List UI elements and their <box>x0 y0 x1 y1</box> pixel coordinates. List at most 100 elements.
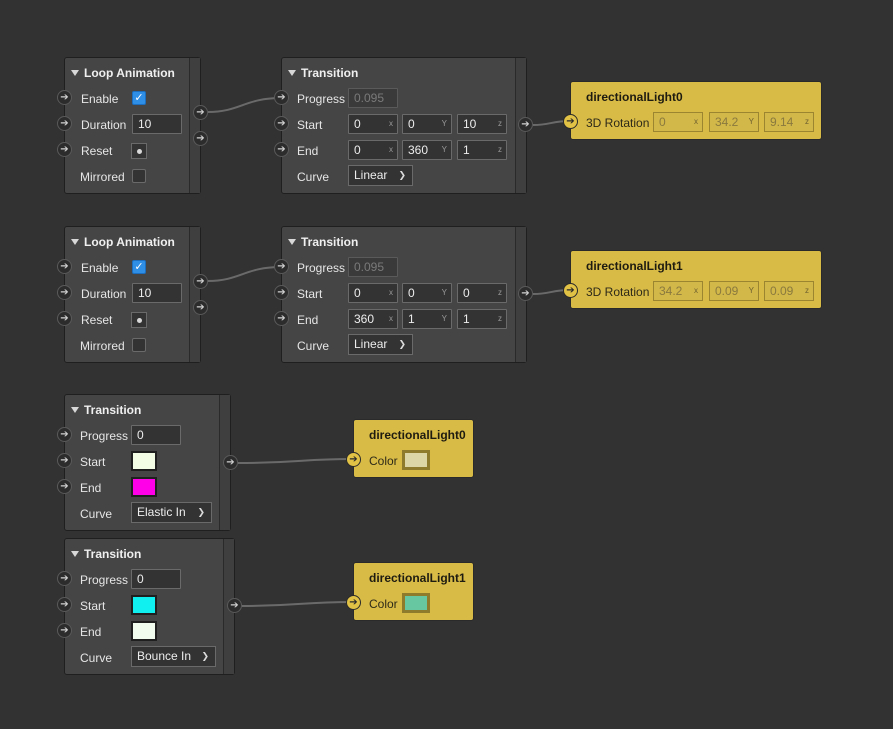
mirrored-checkbox[interactable] <box>132 338 146 352</box>
collapse-triangle-icon[interactable] <box>288 70 296 76</box>
directional-light-node-1-rotation[interactable]: directionalLight1 3D Rotation 34.2 x 0.09… <box>570 250 822 309</box>
reset-input-port[interactable]: ➔ <box>57 142 72 157</box>
end-x-input[interactable]: 360 x <box>348 309 398 329</box>
mirrored-label: Mirrored <box>80 339 125 353</box>
curve-label: Curve <box>80 651 113 665</box>
end-label: End <box>297 313 319 327</box>
reset-button[interactable] <box>131 312 147 328</box>
loop-output-port[interactable]: ➔ <box>193 105 208 120</box>
enable-checkbox[interactable]: ✓ <box>132 91 146 105</box>
reset-dot-icon <box>136 317 142 323</box>
end-input-port[interactable]: ➔ <box>274 311 289 326</box>
progress-input-port[interactable]: ➔ <box>57 571 72 586</box>
start-z-input[interactable]: 0z <box>457 283 507 303</box>
chevron-down-icon: ❯ <box>398 170 406 180</box>
color-input-port[interactable]: ➔ <box>346 595 361 610</box>
transition-node-0[interactable]: Transition Progress 0.095 Start 0x 0Y 10… <box>281 57 527 194</box>
curve-select[interactable]: Bounce In ❯ <box>131 646 216 667</box>
progress-input-port[interactable]: ➔ <box>274 90 289 105</box>
start-label: Start <box>297 287 323 301</box>
curve-label: Curve <box>297 339 330 353</box>
enable-input-port[interactable]: ➔ <box>57 90 72 105</box>
collapse-triangle-icon[interactable] <box>288 239 296 245</box>
color-transition-node-1[interactable]: Transition Progress 0 Start End Curve Bo… <box>64 538 235 675</box>
curve-label: Curve <box>80 507 113 521</box>
end-z-input[interactable]: 1z <box>457 309 507 329</box>
end-color-swatch[interactable] <box>131 477 157 497</box>
progress-input[interactable]: 0 <box>131 569 181 589</box>
end-input-port[interactable]: ➔ <box>57 479 72 494</box>
chevron-down-icon: ❯ <box>398 339 406 349</box>
color-input-port[interactable]: ➔ <box>346 452 361 467</box>
mirrored-checkbox[interactable] <box>132 169 146 183</box>
end-x-input[interactable]: 0x <box>348 140 398 160</box>
node-title: directionalLight1 <box>369 571 466 585</box>
duration-label: Duration <box>81 287 127 301</box>
start-color-swatch[interactable] <box>131 451 157 471</box>
start-input-port[interactable]: ➔ <box>57 453 72 468</box>
collapse-triangle-icon[interactable] <box>71 70 79 76</box>
start-color-swatch[interactable] <box>131 595 157 615</box>
duration-label: Duration <box>81 118 127 132</box>
transition-output-port[interactable]: ➔ <box>227 598 242 613</box>
start-label: Start <box>80 599 106 613</box>
rotation-input-port[interactable]: ➔ <box>563 283 578 298</box>
enable-checkbox[interactable]: ✓ <box>132 260 146 274</box>
start-x-input[interactable]: 0x <box>348 114 398 134</box>
enable-label: Enable <box>81 261 119 275</box>
loop-output-port-2[interactable]: ➔ <box>193 300 208 315</box>
end-input-port[interactable]: ➔ <box>274 142 289 157</box>
curve-select[interactable]: Linear ❯ <box>348 334 413 355</box>
end-z-input[interactable]: 1z <box>457 140 507 160</box>
wire-loop1-to-trans1 <box>207 266 282 282</box>
progress-input-port[interactable]: ➔ <box>274 259 289 274</box>
loop-output-port-2[interactable]: ➔ <box>193 131 208 146</box>
directional-light-node-1-color[interactable]: directionalLight1 Color <box>353 562 474 621</box>
collapse-triangle-icon[interactable] <box>71 551 79 557</box>
rotation-input-port[interactable]: ➔ <box>563 114 578 129</box>
transition-output-port[interactable]: ➔ <box>223 455 238 470</box>
transition-node-1[interactable]: Transition Progress 0.095 Start 0x 0Y 0z… <box>281 226 527 363</box>
color-label: Color <box>369 597 398 611</box>
progress-input[interactable]: 0 <box>131 425 181 445</box>
end-y-input[interactable]: 360 Y <box>402 140 452 160</box>
curve-select[interactable]: Elastic In ❯ <box>131 502 212 523</box>
loop-animation-node-1[interactable]: Loop Animation Enable ✓ Duration 10 Rese… <box>64 226 201 363</box>
chevron-down-icon: ❯ <box>201 651 209 661</box>
duration-input[interactable]: 10 <box>132 283 182 303</box>
directional-light-node-0-rotation[interactable]: directionalLight0 3D Rotation 0x 34.2 Y 9… <box>570 81 822 140</box>
start-y-input[interactable]: 0Y <box>402 114 452 134</box>
color-transition-node-0[interactable]: Transition Progress 0 Start End Curve El… <box>64 394 231 531</box>
start-input-port[interactable]: ➔ <box>274 116 289 131</box>
collapse-triangle-icon[interactable] <box>71 239 79 245</box>
duration-input-port[interactable]: ➔ <box>57 285 72 300</box>
color-value-swatch <box>402 593 430 613</box>
reset-button[interactable] <box>131 143 147 159</box>
loop-output-port[interactable]: ➔ <box>193 274 208 289</box>
end-y-input[interactable]: 1Y <box>402 309 452 329</box>
start-y-input[interactable]: 0Y <box>402 283 452 303</box>
enable-input-port[interactable]: ➔ <box>57 259 72 274</box>
directional-light-node-0-color[interactable]: directionalLight0 Color <box>353 419 474 478</box>
rotation-z-value: 0.09 z <box>764 281 814 301</box>
rotation-y-value: 0.09 Y <box>709 281 759 301</box>
start-z-input[interactable]: 10 z <box>457 114 507 134</box>
transition-output-port[interactable]: ➔ <box>518 286 533 301</box>
curve-select[interactable]: Linear ❯ <box>348 165 413 186</box>
end-color-swatch[interactable] <box>131 621 157 641</box>
start-input-port[interactable]: ➔ <box>57 597 72 612</box>
reset-input-port[interactable]: ➔ <box>57 311 72 326</box>
node-title: Transition <box>71 547 141 561</box>
start-input-port[interactable]: ➔ <box>274 285 289 300</box>
loop-animation-node-0[interactable]: Loop Animation Enable ✓ Duration 10 Rese… <box>64 57 201 194</box>
color-label: Color <box>369 454 398 468</box>
progress-input-port[interactable]: ➔ <box>57 427 72 442</box>
end-input-port[interactable]: ➔ <box>57 623 72 638</box>
duration-input-port[interactable]: ➔ <box>57 116 72 131</box>
start-x-input[interactable]: 0x <box>348 283 398 303</box>
collapse-triangle-icon[interactable] <box>71 407 79 413</box>
end-label: End <box>80 481 102 495</box>
duration-input[interactable]: 10 <box>132 114 182 134</box>
node-title: directionalLight0 <box>369 428 466 442</box>
transition-output-port[interactable]: ➔ <box>518 117 533 132</box>
